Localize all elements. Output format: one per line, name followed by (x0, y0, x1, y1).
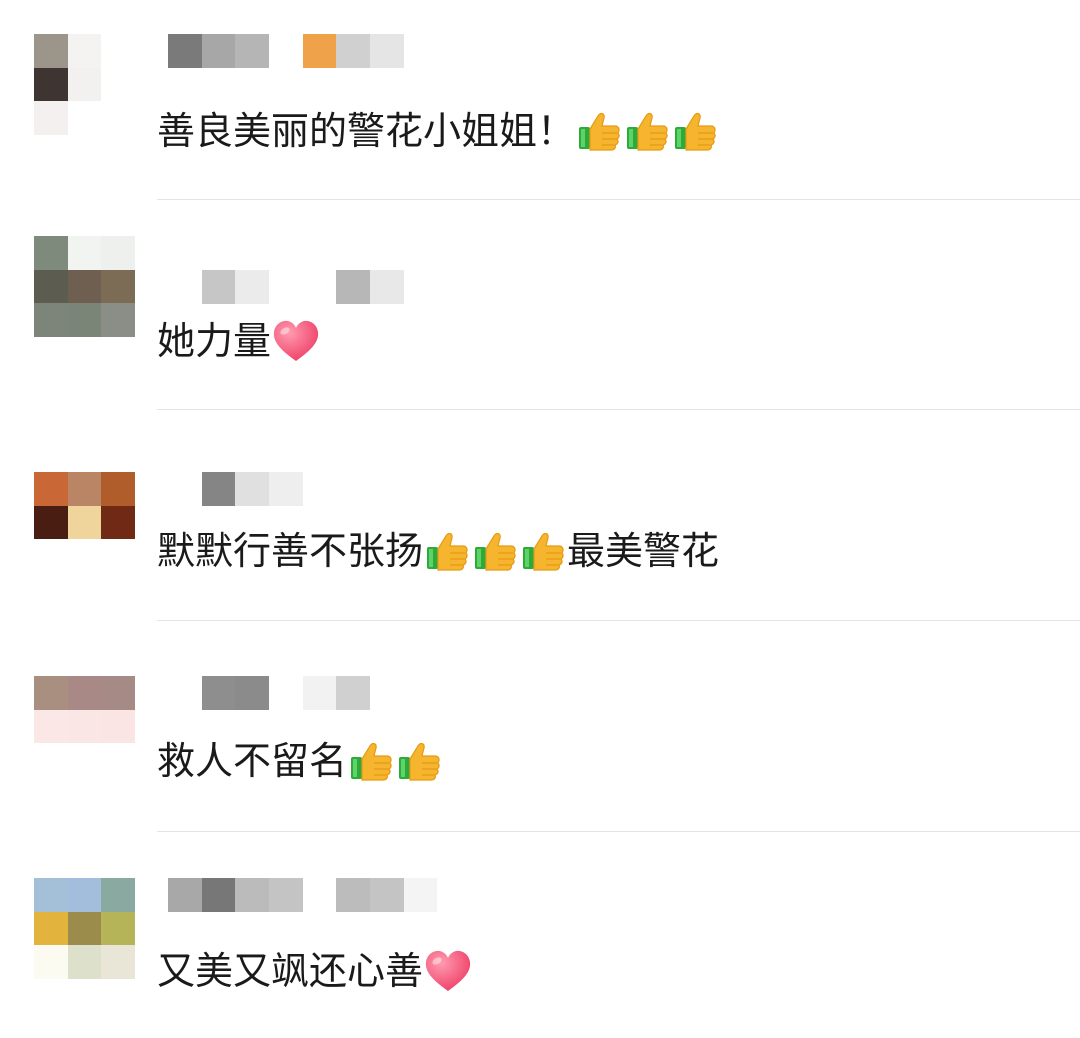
username-mosaic-block (302, 676, 337, 710)
avatar-mosaic-block (34, 945, 68, 979)
comment-text: 默默行善不张扬 最美警花 (157, 527, 719, 575)
avatar-mosaic-block (67, 878, 102, 912)
avatar-mosaic-block (101, 709, 135, 744)
avatar-mosaic-block (67, 303, 102, 337)
username-mosaic-block (268, 270, 303, 304)
username-mosaic-block (168, 676, 202, 710)
thumbs-up-icon (471, 527, 519, 575)
username-mosaic-block (369, 270, 404, 304)
avatar-mosaic-block (67, 676, 102, 710)
comment-item: 又美又飒还心善 (0, 0, 1080, 993)
avatar-mosaic-block (34, 911, 68, 946)
avatar-mosaic-block (34, 505, 68, 540)
avatar[interactable] (34, 878, 135, 979)
username-mosaic[interactable] (168, 472, 303, 506)
username-mosaic-block (235, 270, 269, 304)
username-mosaic-block (168, 878, 202, 912)
avatar-mosaic-block (101, 303, 135, 337)
username-mosaic-block (336, 878, 370, 912)
comment-text: 救人不留名 (157, 737, 443, 785)
avatar-mosaic-block (34, 269, 68, 304)
heart-icon (271, 317, 321, 365)
comment-divider (157, 409, 1080, 410)
username-mosaic-block (201, 676, 236, 710)
username-mosaic[interactable] (168, 270, 404, 304)
username-mosaic-block (168, 270, 202, 304)
avatar-mosaic-block (67, 945, 102, 979)
comment-text-main: 默默行善不张扬 (157, 529, 424, 573)
username-mosaic-block (235, 472, 269, 506)
avatar-mosaic-block (101, 539, 135, 573)
username-mosaic-block (268, 878, 303, 912)
avatar-mosaic-block (34, 709, 68, 744)
avatar-mosaic-block (101, 878, 135, 912)
avatar-mosaic-block (101, 676, 135, 710)
comment-text-tail: 最美警花 (567, 529, 720, 573)
avatar-mosaic-block (34, 539, 68, 573)
avatar-mosaic-block (67, 472, 102, 506)
avatar-mosaic-block (34, 236, 68, 270)
avatar-mosaic-block (101, 505, 135, 540)
username-mosaic-block (235, 676, 269, 710)
avatar-mosaic-block (67, 709, 102, 744)
username-mosaic-block (201, 270, 236, 304)
comment-text-main: 她力量 (157, 319, 272, 363)
username-mosaic-block (235, 878, 269, 912)
thumbs-up-icon (519, 527, 567, 575)
comment-text-main: 又美又飒还心善 (157, 949, 424, 993)
avatar[interactable] (34, 236, 135, 337)
avatar-mosaic-block (101, 911, 135, 946)
username-mosaic[interactable] (168, 878, 438, 912)
comment-text: 又美又飒还心善 (157, 947, 473, 995)
avatar-mosaic-block (67, 743, 102, 777)
username-mosaic-block (268, 472, 303, 506)
username-mosaic-block (201, 472, 236, 506)
avatar-mosaic-block (101, 236, 135, 270)
username-mosaic-block (201, 878, 236, 912)
avatar-mosaic-block (67, 539, 102, 573)
username-mosaic-block (403, 878, 438, 912)
heart-icon (423, 947, 473, 995)
username-mosaic-block (268, 676, 303, 710)
username-mosaic[interactable] (168, 676, 370, 710)
thumbs-up-icon (395, 737, 443, 785)
thumbs-up-icon (423, 527, 471, 575)
avatar-mosaic-block (34, 303, 68, 337)
avatar-mosaic-block (101, 945, 135, 979)
avatar-mosaic-block (34, 743, 68, 777)
comment-divider (157, 620, 1080, 621)
avatar-mosaic-block (34, 878, 68, 912)
avatar[interactable] (34, 472, 135, 573)
avatar-mosaic-block (67, 505, 102, 540)
avatar-mosaic-block (101, 269, 135, 304)
avatar-mosaic-block (101, 472, 135, 506)
comment-text: 她力量 (157, 317, 321, 365)
avatar-mosaic-block (67, 911, 102, 946)
comment-divider (157, 831, 1080, 832)
avatar-mosaic-block (34, 676, 68, 710)
avatar-mosaic-block (67, 269, 102, 304)
thumbs-up-icon (347, 737, 395, 785)
username-mosaic-block (303, 270, 337, 304)
avatar[interactable] (34, 676, 135, 777)
avatar-mosaic-block (67, 236, 102, 270)
avatar-mosaic-block (101, 743, 135, 777)
username-mosaic-block (336, 676, 370, 710)
comment-text-main: 救人不留名 (157, 739, 348, 783)
username-mosaic-block (303, 878, 337, 912)
username-mosaic-block (369, 878, 404, 912)
avatar-mosaic-block (34, 472, 68, 506)
username-mosaic-block (168, 472, 202, 506)
username-mosaic-block (336, 270, 370, 304)
